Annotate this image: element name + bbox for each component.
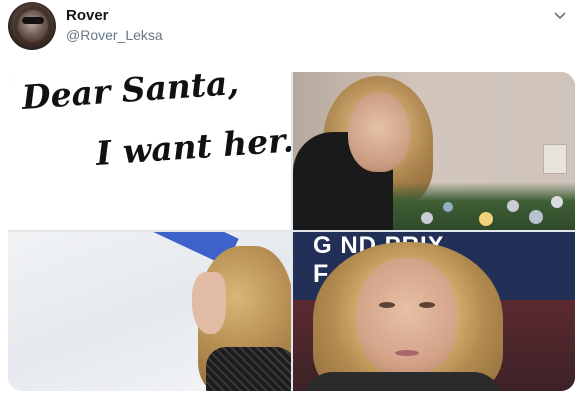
photo-eye [379,302,395,308]
ornament [551,196,563,208]
avatar-mask [22,17,44,24]
media-grid: Dear Santa, I want her. [8,72,575,391]
display-name[interactable]: Rover [66,7,109,24]
tweet: Rover @Rover_Leksa Dear Santa, I want he… [0,0,582,402]
photo-lips [395,350,419,356]
photo-face [192,272,226,334]
photo-face [348,92,410,172]
photo-coat [303,372,503,391]
ornament [421,212,433,224]
ornament [479,212,493,226]
media-image-4[interactable]: G ND PRIX F SKATI [293,232,575,391]
photo-eye [419,302,435,308]
avatar[interactable] [8,2,56,50]
ornament [507,200,519,212]
light-switch [543,144,567,174]
ornament [529,210,543,224]
photo-jacket [206,347,291,391]
image-text-line-2: I want her. [94,120,291,173]
media-image-1[interactable]: Dear Santa, I want her. [8,72,291,230]
media-image-3[interactable] [8,232,291,391]
ornament [443,202,453,212]
image-text-line-1: Dear Santa, [20,72,241,117]
photo-face [357,258,457,376]
user-handle[interactable]: @Rover_Leksa [66,27,163,43]
chevron-down-icon[interactable] [552,8,568,24]
media-image-2[interactable] [293,72,575,230]
avatar-hair [14,6,52,46]
